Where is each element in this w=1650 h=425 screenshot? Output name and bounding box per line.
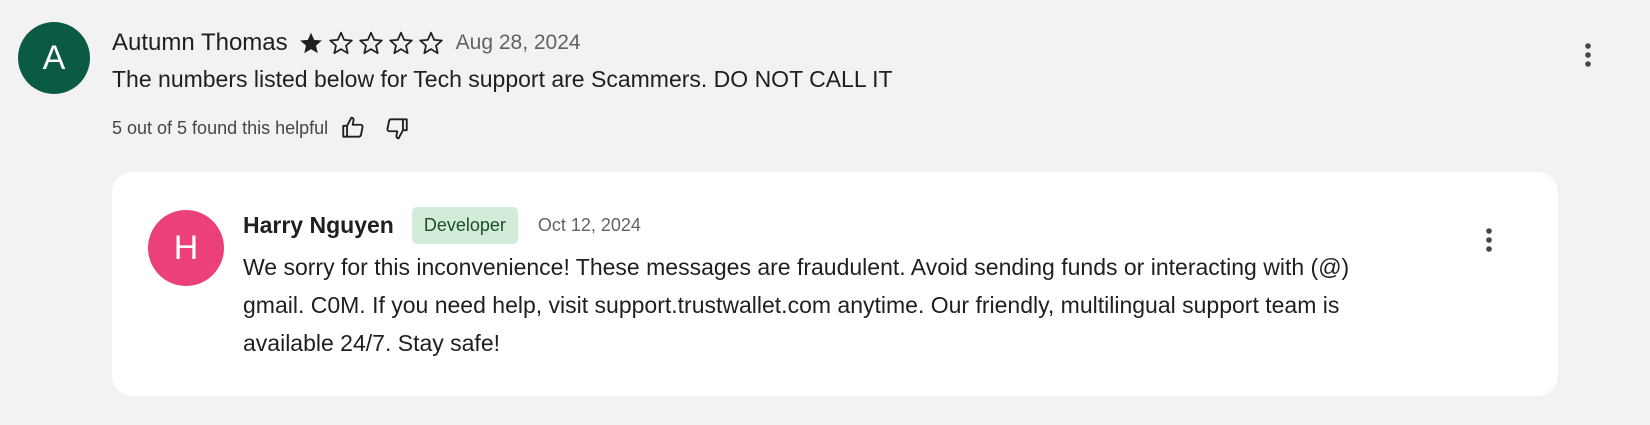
reply-date: Oct 12, 2024: [537, 214, 641, 235]
review-header: Autumn Thomas Aug 28, 2024: [112, 26, 581, 60]
helpful-row: 5 out of 5 found this helpful: [112, 114, 410, 142]
star-filled-icon: [299, 32, 322, 54]
developer-avatar: H: [148, 210, 224, 286]
star-empty-icon: [358, 31, 383, 55]
star-empty-icon: [418, 31, 443, 55]
reviewer-name: Autumn Thomas: [112, 29, 288, 56]
review-more-button[interactable]: [1573, 35, 1603, 75]
developer-reply-card: H Harry Nguyen Developer Oct 12, 2024 We…: [112, 172, 1558, 396]
review-text: The numbers listed below for Tech suppor…: [112, 66, 893, 92]
more-vert-icon: [1585, 43, 1591, 67]
thumbs-down-icon[interactable]: [384, 115, 410, 141]
reply-header: Harry Nguyen Developer Oct 12, 2024: [243, 206, 641, 244]
developer-badge: Developer: [411, 206, 518, 244]
star-empty-icon: [388, 31, 413, 55]
review-date: Aug 28, 2024: [455, 31, 581, 54]
star-empty-icon: [328, 31, 353, 55]
reply-more-button[interactable]: [1474, 220, 1504, 260]
thumbs-up-icon[interactable]: [340, 115, 366, 141]
reply-text: We sorry for this inconvenience! These m…: [243, 254, 1350, 356]
review-item: A Autumn Thomas Aug 28, 2024 The numbers…: [0, 0, 1650, 425]
reviewer-avatar: A: [18, 22, 90, 94]
helpful-count: 5 out of 5 found this helpful: [112, 117, 329, 138]
more-vert-icon: [1486, 228, 1492, 252]
star-rating: [298, 30, 448, 56]
developer-name: Harry Nguyen: [243, 211, 394, 238]
